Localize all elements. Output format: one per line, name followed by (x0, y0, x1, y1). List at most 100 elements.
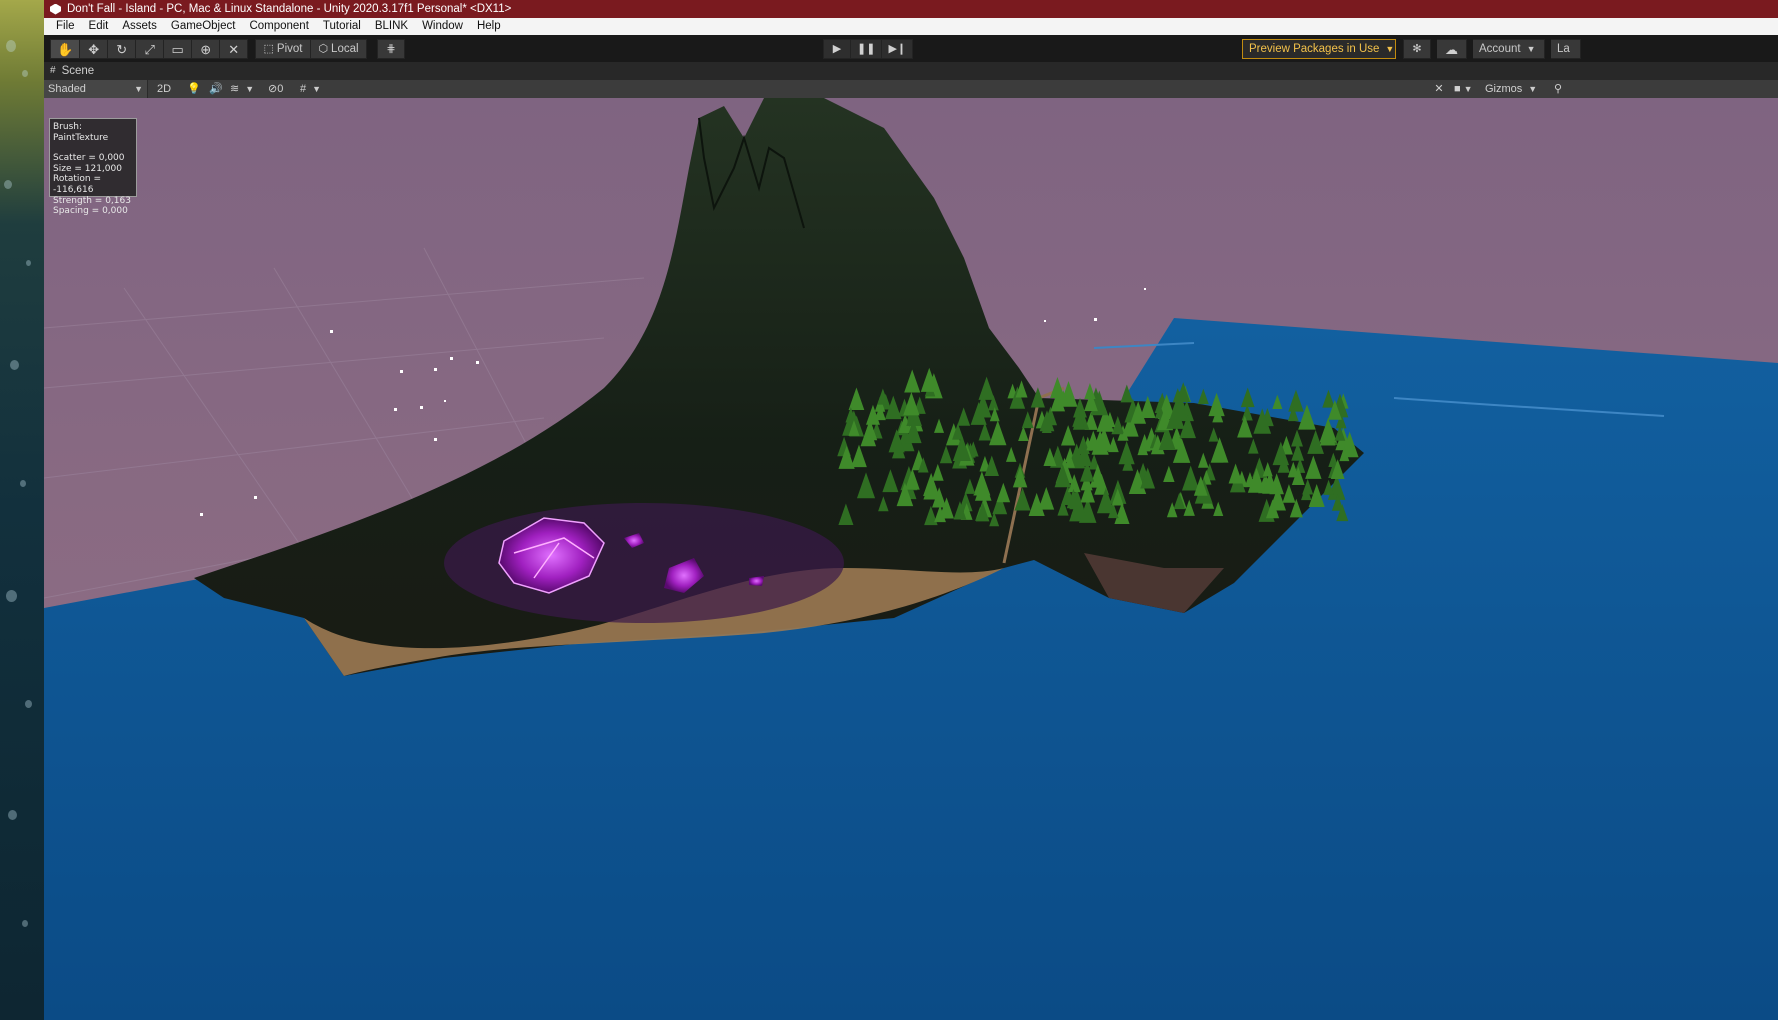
local-toggle[interactable]: ⬡ Local (311, 39, 367, 59)
audio-toggle[interactable]: 🔊 (206, 80, 226, 98)
brush-info-panel: Brush: PaintTexture Scatter = 0,000 Size… (49, 118, 137, 216)
unity-logo-icon (50, 3, 61, 15)
lighting-toggle[interactable]: 💡 (184, 80, 204, 98)
gizmos-label: Gizmos (1485, 83, 1523, 95)
custom-tool-icon: ✕ (228, 41, 240, 57)
play-button[interactable]: ▶ (823, 39, 851, 59)
pause-button[interactable]: ❚❚ (851, 39, 883, 59)
scene-search[interactable]: ⚲ (1550, 80, 1576, 98)
shading-mode-label: Shaded (48, 83, 86, 95)
hand-tool-button[interactable]: ✋ (50, 39, 81, 59)
brush-strength: Strength = 0,163 (53, 195, 131, 206)
account-dropdown[interactable]: Account ▼ (1473, 39, 1545, 59)
account-controls: ✻ ☁ Account ▼ La (1403, 39, 1581, 59)
gizmos-dropdown[interactable]: Gizmos ▼ (1485, 80, 1545, 98)
custom-tool-button[interactable]: ✕ (220, 39, 249, 59)
layers-icon: ≋ (230, 83, 240, 95)
tools-icon: ✕ (1434, 83, 1444, 95)
snap-controls: ⋕ (377, 39, 405, 59)
menu-window[interactable]: Window (415, 18, 470, 35)
rect-icon: ▭ (171, 41, 184, 57)
menu-gameobject[interactable]: GameObject (164, 18, 243, 35)
chevron-down-icon: ▼ (1463, 84, 1473, 94)
hidden-count: 0 (277, 83, 284, 95)
move-icon: ✥ (88, 41, 100, 57)
grid-icon: # (300, 83, 307, 95)
pivot-label: Pivot (276, 43, 303, 55)
scene-tab[interactable]: # Scene (44, 62, 1778, 80)
window-title: Don't Fall - Island - PC, Mac & Linux St… (67, 3, 512, 15)
preview-packages-button[interactable]: Preview Packages in Use ▼ (1242, 39, 1396, 59)
preview-packages-label: Preview Packages in Use (1249, 43, 1380, 55)
services-icon: ✻ (1412, 42, 1422, 55)
brush-size: Size = 121,000 (53, 163, 122, 174)
brush-rotation: Rotation = -116,616 (53, 174, 102, 195)
effects-dropdown[interactable]: ≋ ▼ (230, 80, 262, 98)
toggle-2d-label: 2D (157, 83, 172, 95)
brush-scatter: Scatter = 0,000 (53, 153, 125, 164)
chevron-down-icon: ▼ (1385, 44, 1395, 54)
menu-edit[interactable]: Edit (82, 18, 116, 35)
layers-label: La (1557, 43, 1570, 55)
menu-assets[interactable]: Assets (115, 18, 164, 35)
hidden-objects-toggle[interactable]: ⊘ 0 (268, 80, 296, 98)
transform-tools: ✋ ✥ ↻ ⤢ ▭ ⊕ ✕ (50, 39, 249, 59)
play-icon: ▶ (832, 42, 842, 55)
main-toolbar: ✋ ✥ ↻ ⤢ ▭ ⊕ ✕ ⬚ Pivot ⬡ Local ⋕ ▶ ❚❚ ▶❙ … (44, 35, 1778, 62)
desktop-wallpaper (0, 0, 44, 1020)
rotate-tool-button[interactable]: ↻ (108, 39, 137, 59)
scene-grid-icon: # (50, 65, 56, 76)
menu-blink[interactable]: BLINK (368, 18, 415, 35)
transform-icon: ⊕ (200, 41, 212, 57)
shading-mode-dropdown[interactable]: Shaded ▼ (44, 80, 148, 98)
scene-viewport[interactable]: Brush: PaintTexture Scatter = 0,000 Size… (44, 98, 1778, 1020)
chevron-down-icon: ▼ (312, 84, 322, 94)
collab-button[interactable]: ☁ (1437, 39, 1467, 59)
brush-spacing: Spacing = 0,000 (53, 206, 128, 217)
scene-tab-label: Scene (61, 65, 95, 77)
scene-tools-button[interactable]: ✕ (1430, 80, 1448, 98)
chevron-down-icon: ▼ (1526, 44, 1536, 54)
pivot-icon: ⬚ (263, 42, 274, 55)
local-label: Local (331, 43, 359, 55)
menu-component[interactable]: Component (242, 18, 315, 35)
cloud-icon: ☁ (1445, 41, 1458, 57)
play-controls: ▶ ❚❚ ▶❙ (823, 39, 914, 59)
grid-snap-icon: ⋕ (386, 42, 396, 55)
menu-help[interactable]: Help (470, 18, 508, 35)
eye-slash-icon: ⊘ (268, 83, 278, 95)
menu-file[interactable]: File (49, 18, 82, 35)
pause-icon: ❚❚ (857, 42, 876, 55)
title-bar: Don't Fall - Island - PC, Mac & Linux St… (44, 0, 1778, 18)
step-icon: ▶❙ (888, 42, 907, 55)
grid-snap-button[interactable]: ⋕ (377, 39, 405, 59)
step-button[interactable]: ▶❙ (882, 39, 914, 59)
camera-icon: ■ (1454, 83, 1461, 95)
brush-title: Brush: PaintTexture (53, 122, 109, 143)
menu-tutorial[interactable]: Tutorial (316, 18, 368, 35)
hand-icon: ✋ (57, 41, 74, 57)
unity-editor-window: Don't Fall - Island - PC, Mac & Linux St… (44, 0, 1778, 1020)
chevron-down-icon: ▼ (134, 84, 143, 94)
pivot-toggle[interactable]: ⬚ Pivot (255, 39, 311, 59)
account-label: Account (1479, 43, 1521, 55)
local-icon: ⬡ (318, 42, 329, 55)
menu-bar: File Edit Assets GameObject Component Tu… (44, 18, 1778, 35)
transform-tool-button[interactable]: ⊕ (192, 39, 221, 59)
desktop: Don't Fall - Island - PC, Mac & Linux St… (0, 0, 1778, 1020)
move-tool-button[interactable]: ✥ (80, 39, 109, 59)
layers-dropdown[interactable]: La (1551, 39, 1581, 59)
grid-dropdown[interactable]: # ▼ (300, 80, 332, 98)
camera-dropdown[interactable]: ■ ▼ (1454, 80, 1482, 98)
lightbulb-icon: 💡 (187, 83, 201, 95)
scene-toolbar: Shaded ▼ 2D 💡 🔊 ≋ ▼ ⊘ 0 # ▼ ✕ ■ ▼ Gizmos… (44, 80, 1778, 98)
rotate-icon: ↻ (116, 41, 128, 57)
scale-tool-button[interactable]: ⤢ (136, 39, 165, 59)
scene-render[interactable] (44, 98, 1778, 1020)
toggle-2d-button[interactable]: 2D (152, 80, 176, 98)
services-button[interactable]: ✻ (1403, 39, 1431, 59)
scale-icon: ⤢ (144, 41, 155, 57)
speaker-icon: 🔊 (209, 83, 223, 95)
rect-tool-button[interactable]: ▭ (164, 39, 193, 59)
chevron-down-icon: ▼ (1528, 84, 1538, 94)
